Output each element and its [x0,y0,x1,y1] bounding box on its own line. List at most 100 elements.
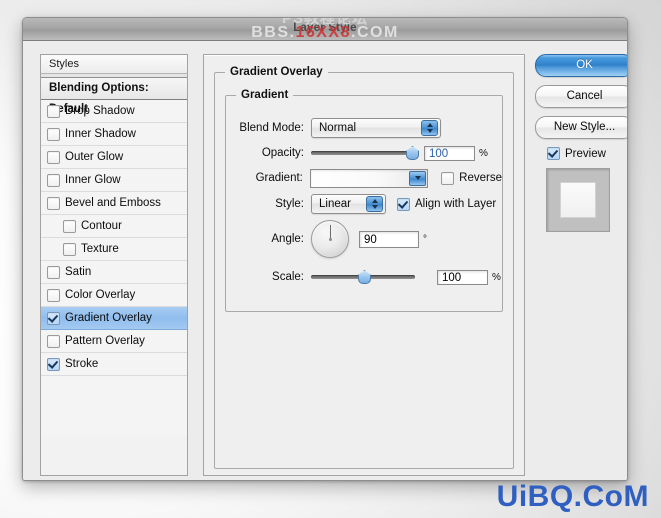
satin-checkbox[interactable] [47,265,60,279]
sidebar-item-label: Satin [65,266,92,278]
scale-row: Scale: 100 % [226,267,502,287]
texture-checkbox[interactable] [63,242,76,256]
chevron-down-icon[interactable] [409,170,427,186]
scale-unit: % [492,271,501,283]
new-style-button[interactable]: New Style... [535,116,627,139]
pattern-overlay-checkbox[interactable] [47,334,60,348]
sidebar-item-bevel-and-emboss[interactable]: Bevel and Emboss [41,192,187,215]
sidebar-item-gradient-overlay[interactable]: Gradient Overlay [41,307,187,330]
styles-list-empty-area [41,376,187,436]
opacity-slider[interactable] [311,146,419,160]
gradient-overlay-group-title: Gradient Overlay [225,66,328,78]
color-overlay-checkbox[interactable] [47,288,60,302]
sidebar-item-texture[interactable]: Texture [41,238,187,261]
reverse-checkbox[interactable] [441,171,455,185]
blend-mode-value: Normal [319,122,357,134]
blend-mode-label: Blend Mode: [239,122,304,134]
gradient-row: Gradient: Reverse [226,168,502,188]
angle-label: Angle: [271,233,304,245]
watermark-bottom: UiBQ.CoM [496,480,649,513]
stroke-checkbox[interactable] [47,357,60,371]
sidebar-item-pattern-overlay[interactable]: Pattern Overlay [41,330,187,353]
gradient-label: Gradient: [255,172,303,184]
sidebar-item-satin[interactable]: Satin [41,261,187,284]
preview-label: Preview [565,147,606,160]
reverse-checkbox-row[interactable]: Reverse [441,171,502,185]
watermark-suffix: .COM [351,24,399,41]
dialog-button-column: OK Cancel New Style... Preview [535,54,627,232]
styles-list-panel: Styles Blending Options: Default Drop Sh… [40,54,188,476]
drop-shadow-checkbox[interactable] [47,104,60,118]
sidebar-item-inner-glow[interactable]: Inner Glow [41,169,187,192]
gradient-style-row: Style: Linear Align with Layer [226,194,502,214]
angle-dial-hub [328,237,332,241]
angle-dial-needle [329,225,331,239]
opacity-slider-thumb[interactable] [406,146,419,160]
sidebar-item-label: Inner Shadow [65,128,136,140]
angle-row: Angle: 90 ° [226,218,502,260]
opacity-unit: % [479,147,488,159]
outer-glow-checkbox[interactable] [47,150,60,164]
angle-input[interactable]: 90 [359,230,419,248]
scale-slider-thumb[interactable] [358,270,371,284]
settings-panel: Gradient Overlay Gradient Blend Mode: No… [203,54,525,476]
scale-input[interactable]: 100 [437,269,488,285]
sidebar-item-inner-shadow[interactable]: Inner Shadow [41,123,187,146]
preview-thumbnail [546,168,610,232]
opacity-label: Opacity: [261,147,304,159]
sidebar-item-stroke[interactable]: Stroke [41,353,187,376]
preview-checkbox-row[interactable]: Preview [547,147,615,160]
gradient-style-value: Linear [319,198,351,210]
chevron-updown-icon[interactable] [366,196,383,212]
dialog-body: Styles Blending Options: Default Drop Sh… [23,41,627,480]
angle-dial[interactable] [311,220,349,258]
sidebar-item-color-overlay[interactable]: Color Overlay [41,284,187,307]
blend-mode-select[interactable]: Normal [311,118,441,138]
inner-shadow-checkbox[interactable] [47,127,60,141]
scale-label: Scale: [272,271,304,283]
bevel-and-emboss-checkbox[interactable] [47,196,60,210]
sidebar-item-label: Bevel and Emboss [65,197,161,209]
watermark-top-line2: BBS.16XX8.COM [23,24,627,42]
gradient-overlay-group: Gradient Overlay Gradient Blend Mode: No… [214,66,514,469]
opacity-slider-track [311,151,415,155]
gradient-group: Gradient Blend Mode: Normal Opacity: 100… [225,89,503,312]
sidebar-item-label: Stroke [65,358,99,370]
ok-button[interactable]: OK [535,54,627,77]
watermark-domain: 16XX8 [295,24,351,41]
sidebar-item-outer-glow[interactable]: Outer Glow [41,146,187,169]
scale-slider[interactable] [311,270,415,284]
opacity-input[interactable]: 100 [424,145,475,161]
sidebar-item-label: Color Overlay [65,289,136,301]
gradient-overlay-checkbox[interactable] [47,311,60,325]
align-with-layer-checkbox[interactable] [397,197,410,211]
layer-style-dialog: Layer Style PS教程论坛 BBS.16XX8.COM Styles … [22,17,628,481]
preview-thumbnail-shape [560,182,596,218]
sidebar-item-label: Texture [81,243,119,255]
styles-panel-header: Styles [41,55,187,74]
opacity-row: Opacity: 100 % [226,143,502,163]
align-with-layer-label: Align with Layer [415,198,497,210]
watermark-prefix: BBS. [251,24,296,41]
preview-checkbox[interactable] [547,147,560,160]
blend-mode-row: Blend Mode: Normal [226,118,502,138]
sidebar-item-label: Gradient Overlay [65,312,152,324]
sidebar-item-blending-options[interactable]: Blending Options: Default [41,78,187,115]
gradient-group-title: Gradient [236,89,294,101]
sidebar-item-label: Pattern Overlay [65,335,145,347]
gradient-style-label: Style: [275,198,304,210]
sidebar-item-label: Drop Shadow [65,105,135,117]
gradient-preview-swatch[interactable] [309,168,429,188]
reverse-label: Reverse [459,172,502,184]
inner-glow-checkbox[interactable] [47,173,60,187]
gradient-style-select[interactable]: Linear [311,194,386,214]
contour-checkbox[interactable] [63,219,76,233]
sidebar-item-label: Outer Glow [65,151,124,163]
chevron-updown-icon[interactable] [421,120,438,136]
align-with-layer-row[interactable]: Align with Layer [397,197,497,211]
cancel-button[interactable]: Cancel [535,85,627,108]
dialog-titlebar[interactable]: Layer Style PS教程论坛 BBS.16XX8.COM [23,18,627,41]
angle-unit: ° [423,233,427,245]
sidebar-item-label: Contour [81,220,122,232]
sidebar-item-contour[interactable]: Contour [41,215,187,238]
